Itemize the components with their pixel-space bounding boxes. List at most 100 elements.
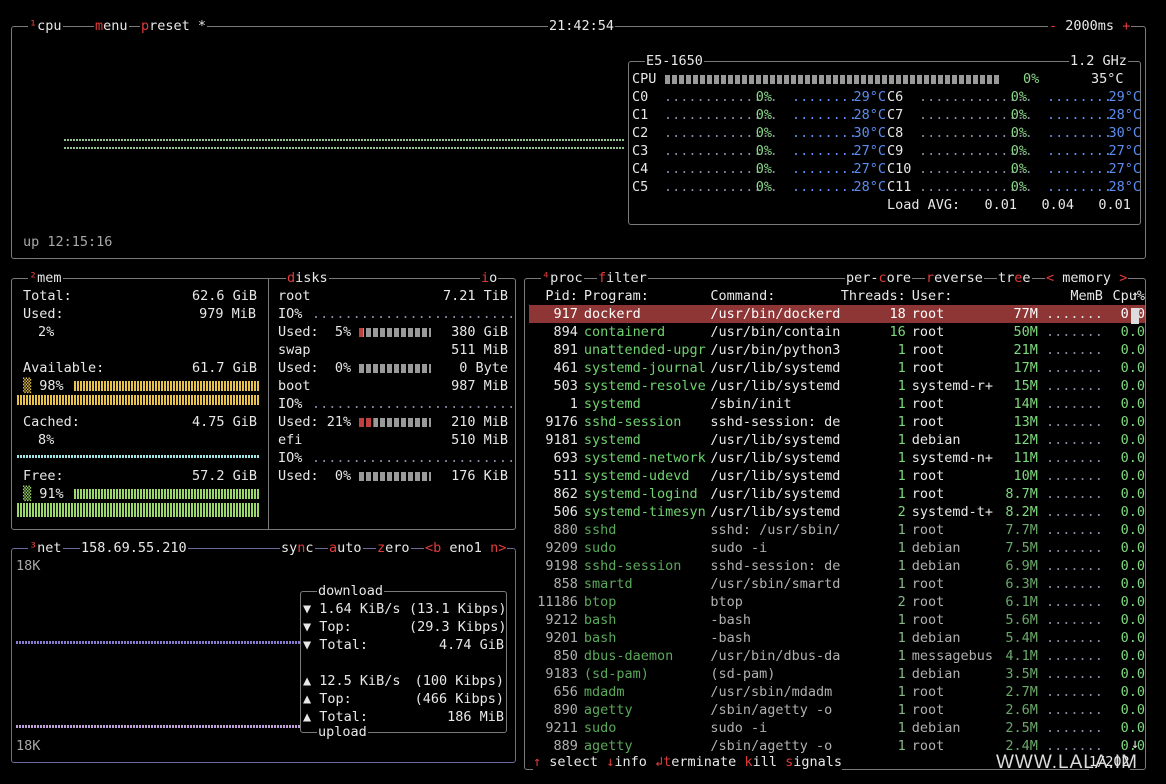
proc-command: -bash [710,612,752,628]
table-row[interactable]: 1 systemd/sbin/init 1 root 14M ....... 0.0 [529,395,1145,413]
right-core-graph: ........ [1047,125,1113,141]
proc-program: systemd-udevd [583,468,690,484]
table-row[interactable]: 503 systemd-resolve/usr/lib/systemd 1 syste… [529,377,1146,395]
table-row[interactable]: 511 systemd-udevd/usr/lib/systemd 1 root 10M… [529,467,1146,485]
proc-pid: 506 [553,504,578,520]
proc-header[interactable]: MemB [998,287,1103,305]
mem-cached-graph [17,455,260,458]
proc-header[interactable]: User: [906,287,998,305]
proc-mem: 6.1M ....... [1005,594,1103,610]
table-row[interactable]: 693 systemd-network/usr/lib/systemd 1 syste… [529,449,1146,467]
table-row[interactable]: 891 unattended-upgr/usr/bin/python3 1 root 2… [529,341,1146,359]
select-button[interactable]: select [549,754,598,770]
proc-user: root [911,522,945,538]
right-core-name: C10 [887,161,912,177]
table-row[interactable]: 862 systemd-logind/usr/lib/systemd 1 root 8.… [529,485,1146,503]
proc-header[interactable]: Pid: [529,287,578,305]
proc-program: dockerd [583,306,641,322]
table-row[interactable]: 9198 sshd-session sshd-session: de 1 debian 6… [529,557,1145,575]
proc-tree[interactable]: tree [997,269,1032,287]
net-title[interactable]: ³net [28,539,63,557]
proc-header[interactable]: Threads: [840,287,906,305]
table-row[interactable]: 656 mdadm/usr/sbin/mdadm 1 root 2.7M .......… [529,683,1146,701]
proc-threads: 1 [897,432,906,448]
table-row[interactable]: 461 systemd-journal/usr/lib/systemd 1 root 1… [529,359,1146,377]
proc-reverse[interactable]: reverse [925,269,984,287]
proc-threads: 1 [897,342,906,358]
proc-user: debian [911,630,961,646]
left-core-name: C1 [632,107,649,123]
proc-program: (sd-pam) [583,666,649,682]
right-core-graph: ........ [1047,107,1113,123]
proc-cpu: 0.0 [1120,360,1145,376]
scroll-up-icon[interactable]: ↑ [1131,287,1139,305]
proc-threads: 2 [897,594,906,610]
io-title[interactable]: io [480,269,499,287]
table-row[interactable]: 506 systemd-timesyn/usr/lib/systemd 2 syste… [529,503,1146,521]
left-core-pct: 0% [755,125,772,141]
proc-header-row: Pid: Program: Command: Threads: User: MemB Cpu… [529,287,1145,305]
proc-program: btop [583,594,617,610]
table-row[interactable]: 11186 btop btop 2 root 6.1M ....... 0.0 [529,593,1145,611]
proc-command: /usr/lib/systemd [710,378,841,394]
net-zero[interactable]: zero [376,539,411,557]
table-row[interactable]: 917 dockerd/usr/bin/dockerd 18 root 77M ....… [529,305,1145,323]
table-row[interactable]: 850 dbus-daemon/usr/bin/dbus-da 1 messagebu… [529,647,1146,665]
proc-command: /usr/bin/dbus-da [710,648,841,664]
scrollbar-thumb[interactable] [1131,308,1139,324]
disk-used: 0 Byte [459,360,508,376]
table-row[interactable]: 894 containerd/usr/bin/contain 16 root 50M .… [529,323,1146,341]
mem-title[interactable]: ²mem [28,269,63,287]
kill-button[interactable]: kill [744,754,777,770]
proc-program: agetty [583,702,633,718]
table-row[interactable]: 9211 sudo sudo -i 1 debian 2.5M ....... 0.0 [529,719,1145,737]
table-row[interactable]: 858 smartd/usr/sbin/smartd 1 root 6.3M .....… [529,575,1146,593]
table-row[interactable]: 9201 bash -bash 1 debian 5.4M ....... 0.0 [529,629,1145,647]
proc-user: root [911,612,945,628]
proc-filter[interactable]: filter [597,269,648,287]
proc-header[interactable]: Command: [710,287,840,305]
table-row[interactable]: 9176 sshd-session sshd-session: de 1 root 13M… [529,413,1145,431]
terminate-button[interactable]: terminate [663,754,736,770]
proc-user: root [911,360,945,376]
proc-program: sudo [583,720,617,736]
disk-name: efi [278,432,303,448]
table-row[interactable]: 9209 sudo sudo -i 1 debian 7.5M ....... 0.0 [529,539,1145,557]
arrow-up-icon: ↑ [533,754,542,770]
net-auto[interactable]: auto [328,539,363,557]
table-row[interactable]: 9212 bash -bash 1 root 5.6M ....... 0.0 [529,611,1145,629]
proc-header[interactable]: Program: [578,287,711,305]
left-core-name: C4 [632,161,649,177]
table-row[interactable]: 880 sshd sshd: /usr/sbin/1 root 7.7M .......… [529,521,1146,539]
disk-name: swap [278,342,311,358]
mem-total: 62.6 GiB [192,288,258,304]
net-sync[interactable]: sync [280,539,315,557]
proc-sort[interactable]: < memory > [1045,269,1129,287]
table-row[interactable]: 890 agetty/sbin/agetty -o 1 root 2.6M ......… [529,701,1146,719]
preset-title[interactable]: preset * [140,17,208,35]
proc-user: root [911,594,945,610]
table-row[interactable]: 9183 (sd-pam) (sd-pam) 1 debian 3.5M ....... 0… [529,665,1145,683]
mem-free-label: Free: [23,468,64,484]
info-button[interactable]: info [614,754,647,770]
table-row[interactable]: 9181 systemd/usr/lib/systemd 1 debian 12M ..… [529,431,1145,449]
proc-title[interactable]: ⁴proc [541,269,584,287]
right-core-graph: ........ [1047,179,1113,195]
proc-mem: 2.7M ....... [1005,684,1103,700]
disks-title[interactable]: disks [286,269,329,287]
interval-control[interactable]: - 2000ms + [1048,17,1132,35]
cpu-title[interactable]: ¹cpu [28,17,63,35]
signals-button[interactable]: signals [785,754,842,770]
proc-program: systemd-logind [583,486,698,502]
mem-disks-divider [268,279,269,529]
proc-mem: 15M ....... [1013,378,1103,394]
right-core-temp: 29°C [1108,89,1141,105]
net-iface[interactable]: <b eno1 n> [424,539,508,557]
proc-pid: 461 [553,360,578,376]
proc-cpu: 0.0 [1120,648,1145,664]
menu-title[interactable]: menu [94,17,129,35]
proc-per-core[interactable]: per-core [845,269,913,287]
disk-used: 380 GiB [451,324,508,340]
proc-user: systemd-r+ [911,378,994,394]
scroll-down-icon[interactable]: ↓ [1131,735,1139,753]
